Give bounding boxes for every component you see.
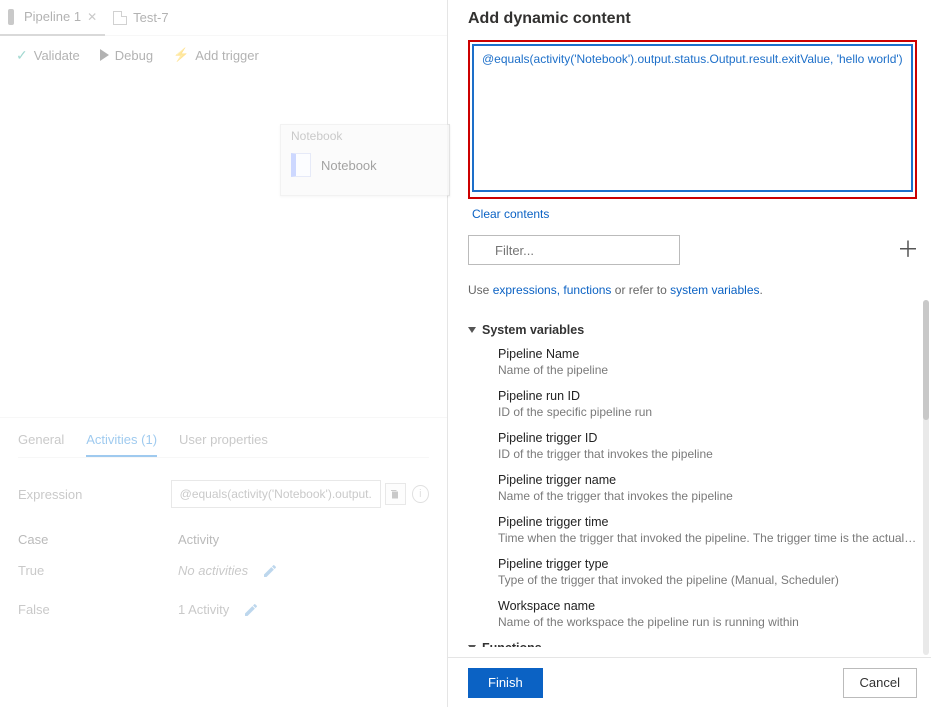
- tab-indicator-icon: [8, 9, 14, 25]
- variable-description: Name of the trigger that invokes the pip…: [498, 489, 917, 503]
- case-label: True: [18, 563, 178, 582]
- header-case: Case: [18, 532, 178, 547]
- node-body: Notebook: [281, 147, 449, 183]
- trash-icon: [389, 488, 401, 500]
- panel-footer: Finish Cancel: [448, 657, 931, 707]
- variable-description: Time when the trigger that invoked the p…: [498, 531, 917, 545]
- finish-button[interactable]: Finish: [468, 668, 543, 698]
- tab-test7[interactable]: Test-7: [105, 0, 176, 36]
- expression-highlight: @equals(activity('Notebook').output.stat…: [468, 40, 917, 199]
- triangle-down-icon: [468, 327, 476, 333]
- node-name: Notebook: [321, 158, 377, 173]
- system-variable-item[interactable]: Pipeline trigger ID ID of the trigger tha…: [498, 431, 917, 461]
- node-type-label: Notebook: [281, 125, 449, 147]
- tab-user-properties[interactable]: User properties: [179, 432, 268, 457]
- variable-name: Pipeline trigger time: [498, 515, 917, 529]
- tab-activities[interactable]: Activities (1): [86, 432, 157, 457]
- group-label: Functions: [482, 641, 542, 647]
- notebook-icon: [291, 153, 311, 177]
- variable-name: Workspace name: [498, 599, 917, 613]
- system-variables-link[interactable]: system variables: [670, 283, 759, 297]
- validate-label: Validate: [34, 48, 80, 63]
- system-variable-item[interactable]: Pipeline trigger type Type of the trigger…: [498, 557, 917, 587]
- variable-name: Pipeline run ID: [498, 389, 917, 403]
- header-activity: Activity: [178, 532, 219, 547]
- filter-wrapper: [468, 235, 887, 265]
- close-icon[interactable]: ✕: [87, 10, 97, 24]
- variable-name: Pipeline trigger name: [498, 473, 917, 487]
- system-variable-item[interactable]: Workspace name Name of the workspace the …: [498, 599, 917, 629]
- tab-label: Pipeline 1: [24, 9, 81, 24]
- case-row-true: True No activities: [18, 553, 429, 592]
- tab-general[interactable]: General: [18, 432, 64, 457]
- system-variable-item[interactable]: Pipeline trigger name Name of the trigger…: [498, 473, 917, 503]
- pipeline-canvas[interactable]: Notebook Notebook: [0, 74, 447, 414]
- system-variable-item[interactable]: Pipeline trigger time Time when the trigg…: [498, 515, 917, 545]
- properties-tabs: General Activities (1) User properties: [18, 432, 429, 458]
- helper-suffix: .: [760, 283, 763, 297]
- tab-label: Test-7: [133, 10, 168, 25]
- debug-button[interactable]: Debug: [100, 48, 153, 63]
- document-icon: [113, 11, 127, 25]
- system-variables-list: Pipeline NameName of the pipelinePipelin…: [468, 347, 917, 629]
- check-icon: [16, 47, 28, 64]
- activity-properties-panel: General Activities (1) User properties E…: [0, 417, 447, 707]
- cancel-button[interactable]: Cancel: [843, 668, 917, 698]
- play-icon: [100, 49, 109, 61]
- filter-row: ＋: [468, 235, 917, 265]
- pencil-icon: [243, 602, 259, 618]
- variable-description: Name of the workspace the pipeline run i…: [498, 615, 917, 629]
- content-tree: System variables Pipeline Name Name of th…: [468, 317, 917, 647]
- tab-pipeline1[interactable]: Pipeline 1 ✕: [0, 0, 105, 36]
- system-variable-item[interactable]: Pipeline run ID ID of the specific pipeli…: [498, 389, 917, 419]
- variable-description: Name of the pipeline: [498, 363, 917, 377]
- panel-title: Add dynamic content: [468, 10, 917, 28]
- clear-contents-link[interactable]: Clear contents: [472, 207, 549, 221]
- variable-name: Pipeline Name: [498, 347, 917, 361]
- functions-group[interactable]: Functions: [468, 641, 917, 647]
- variable-name: Pipeline trigger type: [498, 557, 917, 571]
- system-variable-item[interactable]: Pipeline Name Name of the pipeline: [498, 347, 917, 377]
- variable-description: ID of the trigger that invokes the pipel…: [498, 447, 917, 461]
- case-activity: No activities: [178, 563, 248, 582]
- scrollbar[interactable]: [923, 300, 929, 655]
- variable-name: Pipeline trigger ID: [498, 431, 917, 445]
- add-button[interactable]: ＋: [897, 239, 917, 261]
- expression-textarea[interactable]: @equals(activity('Notebook').output.stat…: [472, 44, 913, 192]
- expression-input[interactable]: [171, 480, 381, 508]
- editor-toolbar: Validate Debug Add trigger: [0, 36, 447, 74]
- add-trigger-button[interactable]: Add trigger: [173, 47, 259, 63]
- clear-expression-button[interactable]: [385, 483, 406, 505]
- pipeline-editor-pane: Pipeline 1 ✕ Test-7 Validate Debug Add t…: [0, 0, 448, 707]
- edit-case-button[interactable]: [243, 602, 261, 621]
- case-row-false: False 1 Activity: [18, 592, 429, 631]
- case-table-header: Case Activity: [18, 526, 429, 553]
- debug-label: Debug: [115, 48, 153, 63]
- expression-label: Expression: [18, 487, 171, 502]
- case-label: False: [18, 602, 178, 621]
- triangle-down-icon: [468, 645, 476, 647]
- group-label: System variables: [482, 323, 584, 337]
- validate-button[interactable]: Validate: [16, 47, 80, 64]
- info-icon[interactable]: i: [412, 485, 429, 503]
- edit-case-button[interactable]: [262, 563, 280, 582]
- add-trigger-label: Add trigger: [195, 48, 259, 63]
- editor-tabs: Pipeline 1 ✕ Test-7: [0, 0, 447, 36]
- helper-text: Use expressions, functions or refer to s…: [468, 283, 917, 297]
- expressions-functions-link[interactable]: expressions, functions: [493, 283, 612, 297]
- helper-middle: or refer to: [615, 283, 670, 297]
- bolt-icon: [173, 47, 189, 63]
- system-variables-group[interactable]: System variables: [468, 323, 917, 337]
- case-activity: 1 Activity: [178, 602, 229, 621]
- dynamic-content-panel: Add dynamic content @equals(activity('No…: [448, 0, 931, 707]
- variable-description: ID of the specific pipeline run: [498, 405, 917, 419]
- helper-prefix: Use: [468, 283, 493, 297]
- filter-input[interactable]: [468, 235, 680, 265]
- case-table: Case Activity True No activities False 1…: [18, 526, 429, 631]
- variable-description: Type of the trigger that invoked the pip…: [498, 573, 917, 587]
- pencil-icon: [262, 563, 278, 579]
- notebook-activity-node[interactable]: Notebook Notebook: [280, 124, 450, 196]
- expression-row: Expression i: [18, 480, 429, 508]
